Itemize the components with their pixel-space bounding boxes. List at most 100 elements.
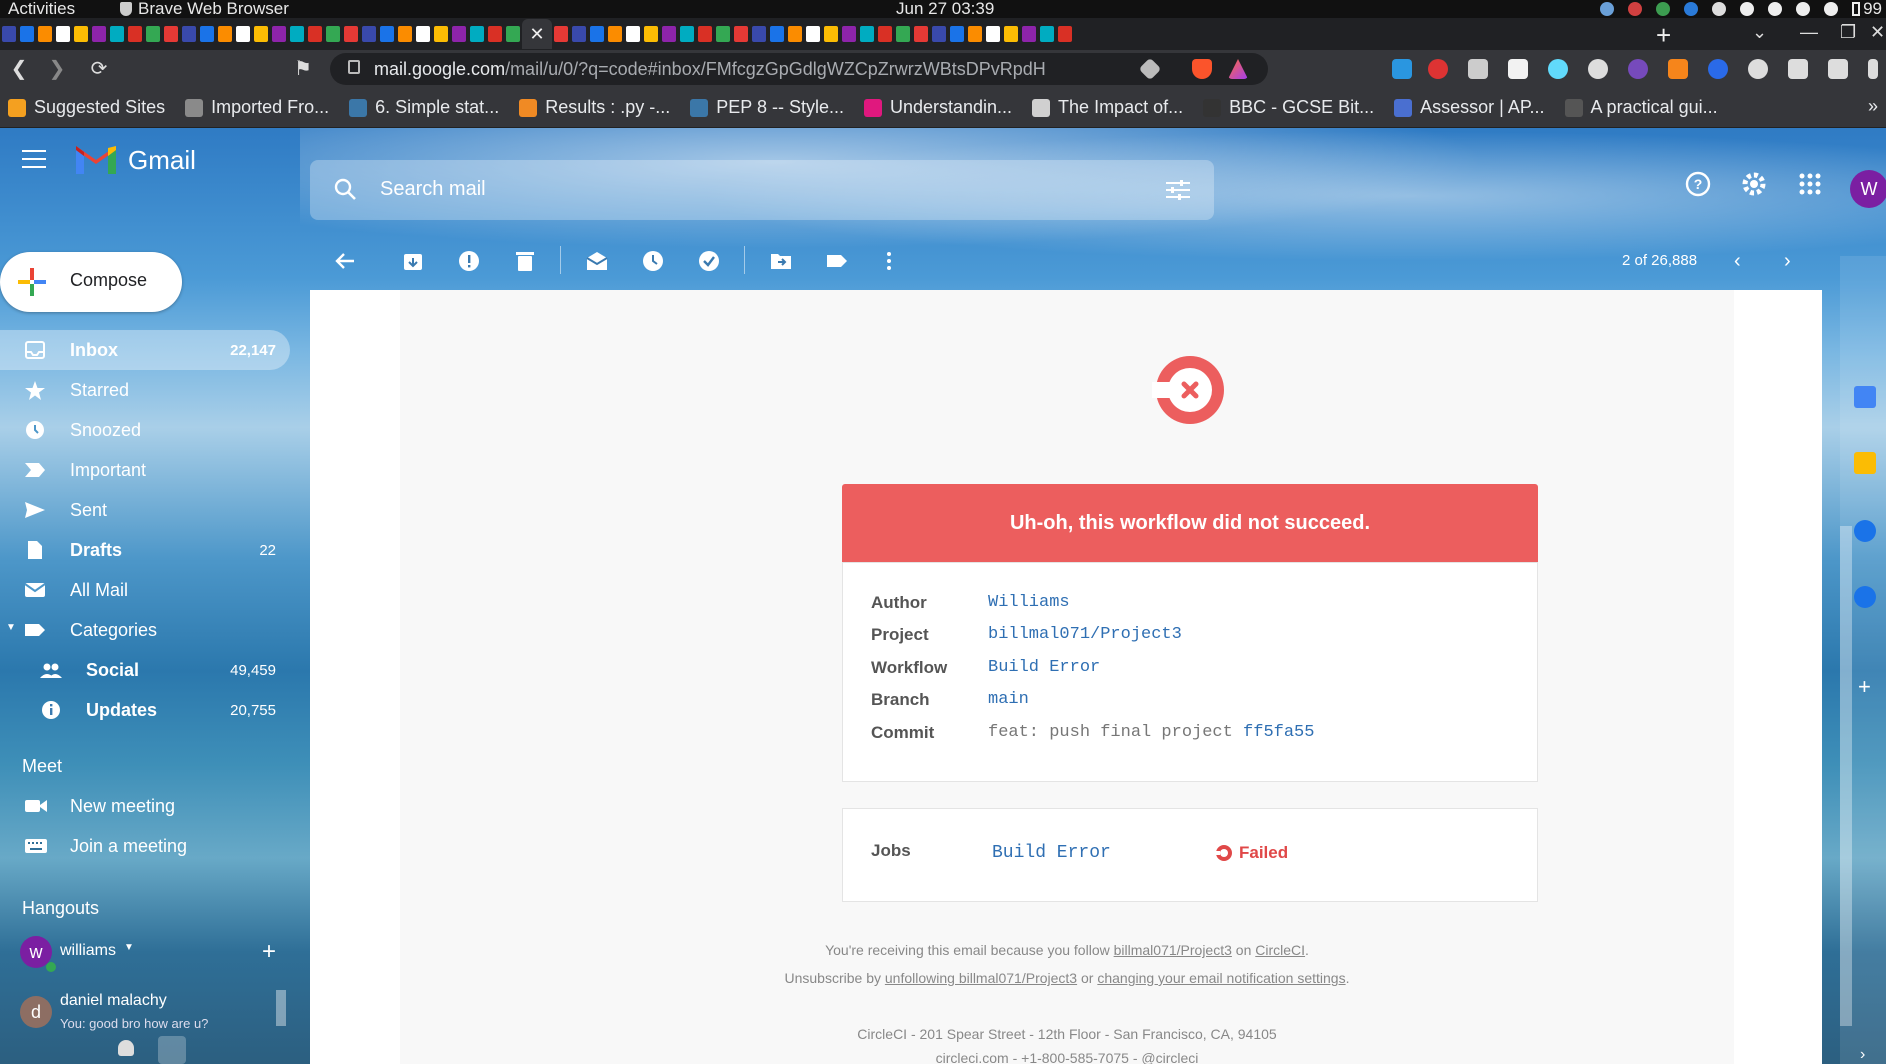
wallet-icon[interactable] <box>1828 59 1848 79</box>
tab-favicon-icon[interactable] <box>878 26 892 42</box>
tab-favicon-icon[interactable] <box>434 26 448 42</box>
maximize-button[interactable]: ❐ <box>1840 22 1856 43</box>
calendar-icon[interactable] <box>1854 386 1876 408</box>
battery-indicator[interactable]: 99 <box>1852 0 1882 19</box>
tab-favicon-icon[interactable] <box>968 26 982 42</box>
tab-favicon-icon[interactable] <box>734 26 748 42</box>
workflow-link[interactable]: Build Error <box>988 658 1100 677</box>
tab-strip[interactable]: ✕ + ⌄ — ❐ ✕ <box>0 18 1886 50</box>
tab-favicon-icon[interactable] <box>716 26 730 42</box>
address-bar[interactable]: mail.google.com/mail/u/0/?q=code#inbox/F… <box>330 53 1268 85</box>
newer-message-button[interactable]: ‹ <box>1734 250 1741 273</box>
brave-rewards-icon[interactable] <box>1228 59 1248 79</box>
calendar-extension-icon[interactable] <box>1508 59 1528 79</box>
footer-project-link[interactable]: billmal071/Project3 <box>1114 942 1232 958</box>
tab-favicon-icon[interactable] <box>662 26 676 42</box>
search-input[interactable]: Search mail <box>380 178 486 201</box>
cube-extension-icon[interactable] <box>1468 59 1488 79</box>
brave-shields-icon[interactable] <box>1192 59 1212 79</box>
tray-app-icon[interactable] <box>1628 2 1643 16</box>
report-spam-icon[interactable] <box>458 250 480 272</box>
sidebar-item-important[interactable]: Important <box>0 450 290 490</box>
tab-favicon-icon[interactable] <box>56 26 70 42</box>
bookmark-page-icon[interactable]: ⚑ <box>290 56 316 81</box>
sidebar-item-sent[interactable]: Sent <box>0 490 290 530</box>
tab-favicon-icon[interactable] <box>896 26 910 42</box>
gmail-logo[interactable]: Gmail <box>74 144 196 176</box>
back-to-inbox-icon[interactable] <box>334 250 356 272</box>
wordpress-extension-icon[interactable] <box>1748 59 1768 79</box>
tab-favicon-icon[interactable] <box>554 26 568 42</box>
footer-circleci-link[interactable]: CircleCI <box>1255 942 1305 958</box>
bookmarks-overflow-button[interactable]: » <box>1868 96 1878 117</box>
tab-favicon-icon[interactable] <box>842 26 856 42</box>
redux-extension-icon[interactable] <box>1628 59 1648 79</box>
tab-favicon-icon[interactable] <box>110 26 124 42</box>
menu-icon[interactable] <box>1868 59 1878 79</box>
tab-favicon-icon[interactable] <box>986 26 1000 42</box>
tab-favicon-icon[interactable] <box>572 26 586 42</box>
clock[interactable]: Jun 27 03:39 <box>896 0 994 19</box>
search-icon[interactable] <box>334 178 356 200</box>
tab-favicon-icon[interactable] <box>182 26 196 42</box>
tab-favicon-icon[interactable] <box>626 26 640 42</box>
tab-favicon-icon[interactable] <box>1022 26 1036 42</box>
bookmark-item[interactable]: The Impact of... <box>1032 97 1183 118</box>
tab-favicon-icon[interactable] <box>1040 26 1054 42</box>
notification-settings-link[interactable]: changing your email notification setting… <box>1097 970 1345 986</box>
adblock-extension-icon[interactable] <box>1428 59 1448 79</box>
tasks-icon[interactable] <box>1854 520 1876 542</box>
tab-favicon-icon[interactable] <box>398 26 412 42</box>
tab-favicon-icon[interactable] <box>680 26 694 42</box>
delete-icon[interactable] <box>514 250 536 272</box>
tab-favicon-icon[interactable] <box>950 26 964 42</box>
close-window-button[interactable]: ✕ <box>1870 22 1885 43</box>
tab-favicon-icon[interactable] <box>452 26 466 42</box>
volume-icon[interactable] <box>1824 2 1839 16</box>
job-link[interactable]: Build Error <box>992 843 1111 863</box>
sidebar-item-inbox[interactable]: Inbox 22,147 <box>0 330 290 370</box>
contacts-icon[interactable] <box>1854 586 1876 608</box>
commit-hash-link[interactable]: ff5fa55 <box>1243 723 1314 742</box>
tab-favicon-icon[interactable] <box>470 26 484 42</box>
activities-button[interactable]: Activities <box>8 0 75 19</box>
tab-favicon-icon[interactable] <box>290 26 304 42</box>
tab-favicon-icon[interactable] <box>326 26 340 42</box>
unfollow-link[interactable]: unfollowing billmal071/Project3 <box>885 970 1077 986</box>
tab-favicon-icon[interactable] <box>806 26 820 42</box>
snooze-icon[interactable] <box>642 250 664 272</box>
extension-icon[interactable] <box>1392 59 1412 79</box>
bookmark-item[interactable]: A practical gui... <box>1564 97 1718 118</box>
bookmark-item[interactable]: PEP 8 -- Style... <box>690 97 844 118</box>
search-options-icon[interactable] <box>1166 180 1190 200</box>
compose-button[interactable]: Compose <box>0 252 182 312</box>
join-meeting-button[interactable]: Join a meeting <box>0 826 290 866</box>
tab-favicon-icon[interactable] <box>914 26 928 42</box>
tab-favicon-icon[interactable] <box>164 26 178 42</box>
bookmark-item[interactable]: Assessor | AP... <box>1394 97 1545 118</box>
tab-favicon-icon[interactable] <box>128 26 142 42</box>
contacts-icon[interactable] <box>118 1040 134 1056</box>
bookmark-item[interactable]: BBC - GCSE Bit... <box>1203 97 1374 118</box>
circleci-twitter-link[interactable]: @circleci <box>1141 1050 1198 1064</box>
tab-favicon-icon[interactable] <box>272 26 286 42</box>
tab-favicon-icon[interactable] <box>236 26 250 42</box>
network-icon[interactable] <box>1796 2 1811 16</box>
apps-grid-icon[interactable] <box>1796 170 1824 198</box>
tab-favicon-icon[interactable] <box>1058 26 1072 42</box>
bookmark-item[interactable]: Results : .py -... <box>519 97 670 118</box>
tab-favicon-icon[interactable] <box>218 26 232 42</box>
target-extension-icon[interactable] <box>1588 59 1608 79</box>
sidebar-item-starred[interactable]: Starred <box>0 370 290 410</box>
tab-favicon-icon[interactable] <box>38 26 52 42</box>
tray-info-icon[interactable] <box>1684 2 1699 16</box>
app-menu[interactable]: Brave Web Browser <box>120 0 289 19</box>
expand-panel-icon[interactable]: › <box>1860 1046 1865 1064</box>
user-status-dropdown-icon[interactable]: ▼ <box>124 942 134 953</box>
branch-link[interactable]: main <box>988 690 1029 709</box>
move-to-icon[interactable] <box>770 250 792 272</box>
tab-favicon-icon[interactable] <box>308 26 322 42</box>
back-button[interactable]: ❮ <box>6 56 32 81</box>
tab-favicon-icon[interactable] <box>488 26 502 42</box>
mark-unread-icon[interactable] <box>586 250 608 272</box>
